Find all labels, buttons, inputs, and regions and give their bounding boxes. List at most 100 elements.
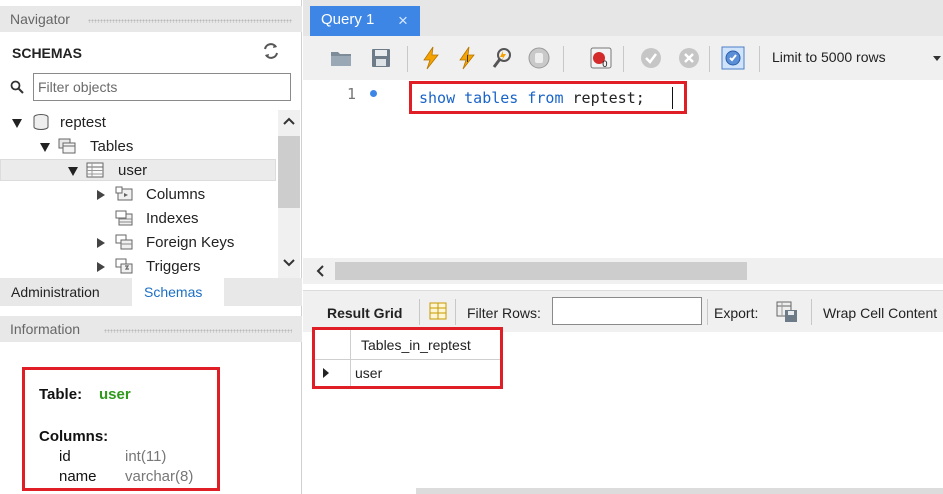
editor-scroll-thumb[interactable]: [335, 262, 747, 280]
save-icon[interactable]: [369, 46, 393, 70]
column-name: id: [59, 448, 71, 465]
scroll-left-icon[interactable]: [315, 265, 325, 277]
columns-label: Columns:: [39, 428, 109, 445]
information-highlight-box: Table: user Columns: id int(11) name var…: [22, 367, 220, 491]
schemas-title: SCHEMAS: [12, 45, 83, 61]
tree-item-label: Indexes: [146, 210, 199, 227]
foreign-keys-icon: [115, 234, 133, 250]
query-tab-title: Query 1: [321, 11, 375, 28]
navigator-header: Navigator: [0, 6, 302, 32]
column-type: int(11): [125, 448, 167, 465]
column-header[interactable]: Tables_in_reptest: [361, 337, 471, 353]
table-row[interactable]: user: [315, 360, 500, 386]
toolbar-separator: [709, 46, 710, 72]
open-folder-icon[interactable]: [329, 46, 353, 70]
statement-marker-icon: [370, 90, 377, 97]
tree-item-indexes[interactable]: Indexes: [0, 208, 276, 230]
scroll-down-icon[interactable]: [283, 258, 295, 268]
explain-magnifier-icon[interactable]: [491, 46, 515, 70]
sql-identifier: reptest: [572, 89, 636, 107]
filter-rows-label: Filter Rows:: [467, 305, 541, 321]
tree-item-label: Triggers: [146, 258, 201, 275]
database-icon: [33, 114, 49, 130]
rollback-x-icon[interactable]: [677, 46, 701, 70]
current-row-icon: [323, 368, 329, 378]
query-tab-bar: Query 1 ×: [303, 0, 943, 36]
auto-commit-toggle-icon[interactable]: [721, 46, 745, 70]
collapse-arrow-icon[interactable]: [97, 238, 105, 248]
result-grid-highlight-box: Tables_in_reptest user: [312, 327, 503, 389]
tree-scroll-thumb[interactable]: [278, 136, 300, 208]
tree-item-reptest[interactable]: reptest: [0, 112, 276, 134]
columns-icon: [115, 186, 133, 201]
expand-arrow-icon[interactable]: [12, 119, 22, 128]
tree-item-triggers[interactable]: Triggers: [0, 256, 276, 278]
export-label: Export:: [714, 305, 759, 321]
tree-item-label: reptest: [60, 114, 106, 131]
limit-rows-select[interactable]: Limit to 5000 rows: [769, 45, 943, 71]
sql-highlight-box: show tables from reptest;: [409, 81, 687, 114]
collapse-arrow-icon[interactable]: [97, 262, 105, 272]
collapse-arrow-icon[interactable]: [97, 190, 105, 200]
tree-item-columns[interactable]: Columns: [0, 184, 276, 206]
expand-arrow-icon[interactable]: [68, 167, 78, 176]
triggers-icon: [115, 258, 133, 274]
tree-item-user[interactable]: user: [0, 159, 276, 181]
tree-item-label: Columns: [146, 186, 206, 203]
refresh-icon[interactable]: [262, 42, 280, 60]
tree-item-label: Foreign Keys: [146, 234, 235, 251]
query-panel: Query 1 × I 0 Limit to 5000 rows 1 show …: [303, 0, 943, 494]
result-grid-label[interactable]: Result Grid: [327, 305, 402, 321]
toolbar-separator: [707, 299, 708, 325]
tree-item-tables[interactable]: Tables: [0, 136, 276, 158]
tree-item-label: user: [118, 162, 148, 179]
toolbar-separator: [455, 299, 456, 325]
expand-arrow-icon[interactable]: [40, 143, 50, 152]
sql-statement[interactable]: show tables from reptest;: [419, 89, 645, 107]
editor-horizontal-scrollbar[interactable]: [303, 258, 943, 284]
commit-check-icon[interactable]: [639, 46, 663, 70]
table-icon: [86, 162, 104, 178]
filter-rows-input[interactable]: [552, 297, 702, 325]
text-caret: [672, 87, 673, 109]
grid-layout-icon[interactable]: [429, 302, 447, 320]
tree-item-foreign-keys[interactable]: Foreign Keys: [0, 232, 276, 254]
wrap-cell-content-label[interactable]: Wrap Cell Content: [823, 305, 937, 321]
column-name: name: [59, 468, 97, 485]
toolbar-separator: [419, 299, 420, 325]
execute-lightning-icon[interactable]: [419, 46, 443, 70]
sql-toolbar: I 0 Limit to 5000 rows: [303, 36, 943, 80]
indexes-icon: [115, 210, 133, 226]
scroll-up-icon[interactable]: [283, 116, 295, 126]
table-label: Table:: [39, 386, 83, 403]
toolbar-separator: [759, 46, 760, 72]
navigator-title: Navigator: [10, 11, 70, 27]
execute-current-icon[interactable]: I: [455, 46, 479, 70]
result-grid-header: Tables_in_reptest: [315, 330, 500, 360]
result-toolbar: Result Grid Filter Rows: Export: Wrap Ce…: [303, 290, 943, 332]
toolbar-separator: [623, 46, 624, 72]
result-horizontal-scrollbar[interactable]: [416, 488, 943, 494]
header-grip: [104, 329, 292, 333]
dropdown-arrow-icon[interactable]: [933, 56, 941, 61]
line-number: 1: [347, 85, 357, 103]
schema-tree: reptest Tables user Columns Indexes Fore…: [0, 110, 276, 278]
stop-hand-icon[interactable]: [527, 46, 551, 70]
sql-editor[interactable]: 1 show tables from reptest;: [303, 80, 943, 258]
tree-item-label: Tables: [90, 138, 134, 155]
close-icon[interactable]: ×: [398, 11, 408, 31]
navigator-tabs: Administration Schemas: [0, 278, 302, 306]
tables-folder-icon: [58, 138, 76, 154]
stop-on-error-icon[interactable]: 0: [589, 46, 613, 70]
svg-text:0: 0: [602, 60, 608, 70]
filter-objects-input[interactable]: [33, 73, 291, 101]
navigator-panel: Navigator SCHEMAS reptest: [0, 0, 302, 494]
tab-query-1[interactable]: Query 1 ×: [310, 6, 420, 36]
toolbar-separator: [563, 46, 564, 72]
grid-cell[interactable]: user: [355, 365, 382, 381]
tab-schemas[interactable]: Schemas: [132, 278, 224, 306]
tab-administration[interactable]: Administration: [0, 278, 132, 306]
row-marker: [315, 360, 351, 386]
tree-scrollbar[interactable]: [278, 110, 300, 278]
export-icon[interactable]: [776, 301, 798, 323]
